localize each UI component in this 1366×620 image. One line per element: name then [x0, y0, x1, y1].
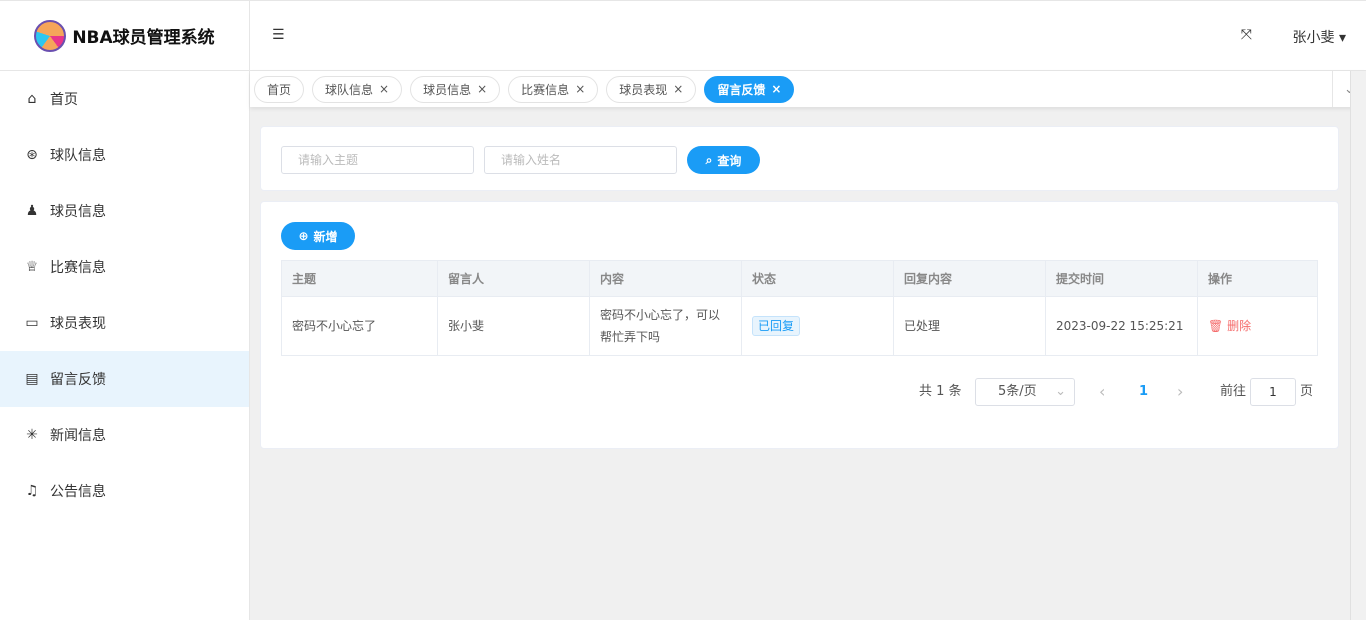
tab-teams[interactable]: 球队信息 ×	[312, 76, 402, 103]
close-icon[interactable]: ×	[575, 82, 585, 96]
delete-label: 删除	[1227, 319, 1251, 333]
sidebar-item-news[interactable]: ✳ 新闻信息	[0, 407, 249, 463]
app-title: NBA球员管理系统	[72, 23, 214, 48]
tab-feedback[interactable]: 留言反馈 ×	[704, 76, 794, 103]
table-row: 密码不小心忘了 张小斐 密码不小心忘了，可以帮忙弄下吗 已回复 已处理 2023…	[282, 297, 1318, 356]
tab-label: 比赛信息	[521, 81, 569, 98]
sidebar-item-feedback[interactable]: ▤ 留言反馈	[0, 351, 249, 407]
home-icon: ⌂	[24, 91, 40, 107]
tab-label: 球员表现	[619, 81, 667, 98]
search-card: 请输入主题 请输入姓名 ⌕ 查询	[260, 126, 1339, 191]
sidebar-item-label: 留言反馈	[50, 369, 106, 389]
page-suffix: 页	[1300, 378, 1313, 406]
sidebar: NBA球员管理系统 ⌂ 首页 ⊛ 球队信息 ♟ 球员信息 ♕ 比赛信息 ▭ 球员表现 ▤ 留…	[0, 0, 250, 620]
column-header: 回复内容	[894, 261, 1046, 297]
chat-icon: ▤	[24, 371, 40, 387]
cell-subject: 密码不小心忘了	[282, 297, 438, 356]
user-dropdown[interactable]: 张小斐 ▾	[1293, 27, 1346, 47]
chevron-down-icon: ⌄	[1055, 379, 1066, 405]
sidebar-item-teams[interactable]: ⊛ 球队信息	[0, 127, 249, 183]
tab-label: 首页	[267, 81, 291, 98]
next-page-button[interactable]: ›	[1177, 378, 1183, 406]
logo: NBA球员管理系统	[0, 0, 249, 71]
tab-label: 球队信息	[325, 81, 373, 98]
cell-actions: 🗑 删除	[1198, 297, 1318, 356]
loading-icon: ✳	[24, 427, 40, 443]
search-button-label: 查询	[717, 152, 741, 169]
basketball-logo-icon	[34, 20, 66, 52]
sidebar-item-notices[interactable]: ♫ 公告信息	[0, 463, 249, 519]
search-icon: ⌕	[706, 153, 713, 168]
trash-icon: 🗑	[1208, 319, 1223, 333]
goto-page-input[interactable]: 1	[1250, 378, 1296, 406]
feedback-table: 主题 留言人 内容 状态 回复内容 提交时间 操作 密码不小心忘了 张小斐 密码…	[281, 260, 1318, 356]
tab-matches[interactable]: 比赛信息 ×	[508, 76, 598, 103]
table-header: 主题 留言人 内容 状态 回复内容 提交时间 操作	[282, 261, 1318, 297]
sidebar-item-label: 球队信息	[50, 145, 106, 165]
sidebar-item-home[interactable]: ⌂ 首页	[0, 71, 249, 127]
basketball-icon: ⊛	[24, 147, 40, 163]
sidebar-item-label: 球员信息	[50, 201, 106, 221]
bell-icon: ♫	[24, 483, 40, 499]
plus-circle-icon: ⊕	[298, 229, 308, 243]
prev-page-button[interactable]: ‹	[1099, 378, 1105, 406]
page-size-value: 5条/页	[998, 384, 1037, 399]
tab-label: 球员信息	[423, 81, 471, 98]
sidebar-item-label: 首页	[50, 89, 78, 109]
fullscreen-icon[interactable]: ⤧	[1241, 27, 1252, 43]
user-icon: ♟	[24, 203, 40, 219]
tabs-bar: 首页 球队信息× 球员信息× 比赛信息× 球员表现× 留言反馈× ⌄	[250, 71, 1366, 107]
status-badge: 已回复	[752, 316, 800, 336]
user-name: 张小斐	[1293, 30, 1335, 46]
cell-status: 已回复	[742, 297, 894, 356]
sidebar-item-matches[interactable]: ♕ 比赛信息	[0, 239, 249, 295]
table-card: ⊕ 新增 主题 留言人 内容 状态 回复内容 提交时间 操作 密码不小心忘了 张小…	[260, 201, 1339, 449]
scrollbar[interactable]	[1350, 71, 1366, 620]
column-header: 状态	[742, 261, 894, 297]
column-header: 内容	[590, 261, 742, 297]
menu-toggle-icon[interactable]: ☰	[272, 27, 285, 43]
board-icon: ▭	[24, 315, 40, 331]
header: ☰ ⤧ 张小斐 ▾	[250, 0, 1366, 71]
cell-content: 密码不小心忘了，可以帮忙弄下吗	[590, 297, 742, 356]
tab-home[interactable]: 首页	[254, 76, 304, 103]
delete-button[interactable]: 🗑 删除	[1208, 319, 1251, 333]
sidebar-item-label: 比赛信息	[50, 257, 106, 277]
page-number-current[interactable]: 1	[1139, 378, 1148, 406]
search-button[interactable]: ⌕ 查询	[687, 146, 760, 174]
tab-performance[interactable]: 球员表现 ×	[606, 76, 696, 103]
goto-label: 前往	[1220, 378, 1246, 406]
close-icon[interactable]: ×	[477, 82, 487, 96]
cell-time: 2023-09-22 15:25:21	[1046, 297, 1198, 356]
column-header: 主题	[282, 261, 438, 297]
name-search-input[interactable]: 请输入姓名	[484, 146, 677, 174]
subject-search-input[interactable]: 请输入主题	[281, 146, 474, 174]
pagination-total: 共 1 条	[919, 378, 962, 406]
page-size-select[interactable]: 5条/页 ⌄	[975, 378, 1075, 406]
sidebar-item-label: 新闻信息	[50, 425, 106, 445]
column-header: 留言人	[438, 261, 590, 297]
tab-label: 留言反馈	[717, 81, 765, 98]
sidebar-item-players[interactable]: ♟ 球员信息	[0, 183, 249, 239]
cell-reply: 已处理	[894, 297, 1046, 356]
tab-players[interactable]: 球员信息 ×	[410, 76, 500, 103]
close-icon[interactable]: ×	[673, 82, 683, 96]
sidebar-item-label: 公告信息	[50, 481, 106, 501]
add-button-label: 新增	[314, 228, 338, 245]
trophy-icon: ♕	[24, 259, 40, 275]
close-icon[interactable]: ×	[379, 82, 389, 96]
column-header: 操作	[1198, 261, 1318, 297]
column-header: 提交时间	[1046, 261, 1198, 297]
sidebar-item-label: 球员表现	[50, 313, 106, 333]
close-icon[interactable]: ×	[771, 82, 781, 96]
add-button[interactable]: ⊕ 新增	[281, 222, 355, 250]
cell-author: 张小斐	[438, 297, 590, 356]
caret-down-icon: ▾	[1339, 30, 1346, 46]
sidebar-item-performance[interactable]: ▭ 球员表现	[0, 295, 249, 351]
